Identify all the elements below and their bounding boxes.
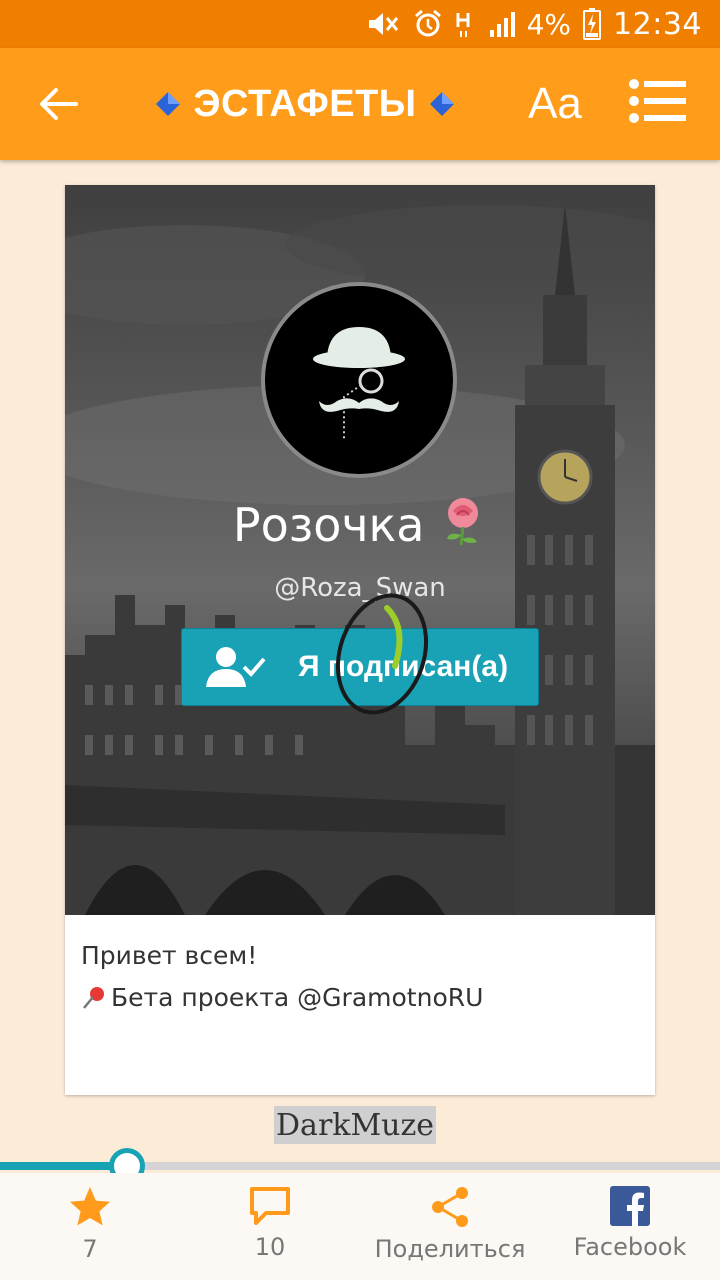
mute-icon <box>365 10 401 38</box>
comment-button[interactable]: 10 <box>230 1173 310 1280</box>
comment-icon <box>250 1187 290 1225</box>
back-arrow-icon <box>40 88 78 120</box>
battery-percent: 4% <box>526 7 572 41</box>
post-text: Привет всем! Бета проекта @GramotnoRU <box>81 935 641 1019</box>
status-bar: 4% 12:34 <box>0 0 720 48</box>
page-title: ЭСТАФЕТЫ <box>193 82 417 125</box>
list-menu-button[interactable] <box>628 76 698 132</box>
progress-slider[interactable] <box>0 1148 720 1184</box>
gentleman-icon <box>313 327 405 440</box>
pushpin-icon <box>83 987 104 1009</box>
signal-icon <box>489 10 515 38</box>
greeting-text: Привет всем! <box>81 941 258 970</box>
cover-image: Розочка @Roza_Swan Я подписан(а) <box>65 185 655 915</box>
profile-name: Розочка <box>65 495 655 552</box>
bottom-bar: 7 10 Поделиться Facebook <box>0 1173 720 1280</box>
profile-name-text: Розочка <box>232 498 425 552</box>
battery-charging-icon <box>583 8 602 40</box>
star-button[interactable]: 7 <box>50 1173 130 1280</box>
avatar[interactable] <box>261 282 457 478</box>
facebook-button[interactable]: Facebook <box>570 1173 690 1280</box>
title-group: ЭСТАФЕТЫ <box>150 48 460 160</box>
facebook-icon <box>610 1186 650 1226</box>
list-menu-icon <box>629 79 686 123</box>
share-button[interactable]: Поделиться <box>375 1173 525 1280</box>
network-h-icon <box>455 9 477 39</box>
comment-count: 10 <box>254 1233 286 1261</box>
beta-line: Бета проекта @GramotnoRU <box>81 977 641 1019</box>
slider-fill <box>0 1162 126 1170</box>
share-icon <box>432 1187 468 1227</box>
star-icon <box>70 1187 110 1226</box>
profile-card: Розочка @Roza_Swan Я подписан(а) Привет … <box>65 185 655 1095</box>
clock: 12:34 <box>613 6 702 42</box>
diamond-icon <box>156 92 181 116</box>
user-check-icon <box>182 645 292 689</box>
author-tag[interactable]: DarkMuze <box>274 1106 437 1144</box>
star-count: 7 <box>82 1235 98 1263</box>
alarm-icon <box>413 9 443 39</box>
share-label: Поделиться <box>374 1235 526 1263</box>
loading-spinner-icon <box>335 593 429 715</box>
app-bar: ЭСТАФЕТЫ Aa <box>0 48 720 160</box>
diamond-icon <box>429 92 454 116</box>
back-button[interactable] <box>28 74 88 134</box>
font-size-button[interactable]: Aa <box>520 72 590 136</box>
rose-icon <box>447 498 479 546</box>
facebook-label: Facebook <box>573 1233 687 1261</box>
beta-text: Бета проекта @GramotnoRU <box>111 983 484 1012</box>
